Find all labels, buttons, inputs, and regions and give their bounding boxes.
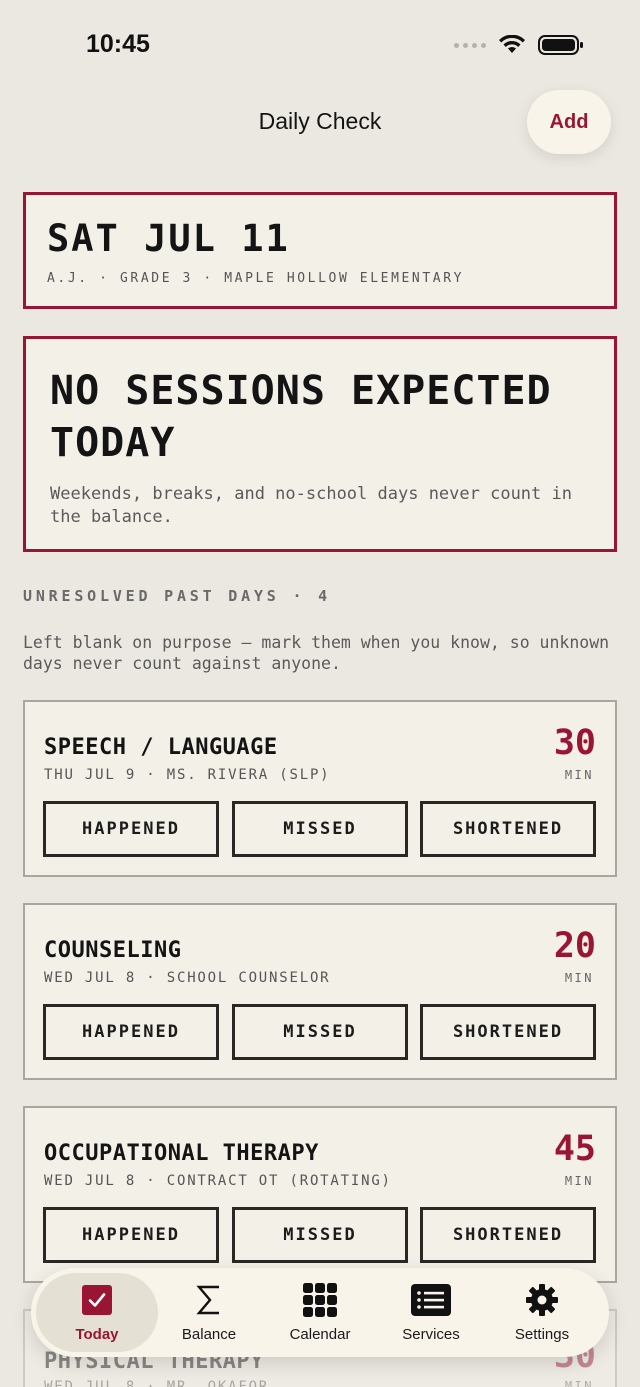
gear-icon bbox=[525, 1282, 559, 1318]
grid-icon bbox=[303, 1282, 337, 1318]
checkbox-icon bbox=[81, 1282, 113, 1318]
tab-today[interactable]: Today bbox=[36, 1273, 158, 1352]
happened-button[interactable]: HAPPENED bbox=[43, 801, 219, 857]
no-sessions-title: NO SESSIONS EXPECTED TODAY bbox=[50, 368, 552, 466]
unresolved-section-header: UNRESOLVED PAST DAYS · 4 bbox=[23, 587, 331, 605]
no-sessions-description: Weekends, breaks, and no-school days nev… bbox=[50, 484, 572, 527]
date-card: SAT JUL 11 A.J. · GRADE 3 · MAPLE HOLLOW… bbox=[23, 192, 617, 309]
sigma-icon bbox=[196, 1282, 222, 1318]
missed-button[interactable]: MISSED bbox=[232, 801, 408, 857]
session-card: OCCUPATIONAL THERAPY WED JUL 8 · CONTRAC… bbox=[23, 1106, 617, 1283]
status-icons bbox=[454, 34, 584, 56]
session-minutes-unit: MIN bbox=[564, 768, 594, 782]
navigation-bar: Daily Check Add bbox=[0, 90, 640, 154]
happened-button[interactable]: HAPPENED bbox=[43, 1004, 219, 1060]
shortened-button[interactable]: SHORTENED bbox=[420, 1004, 596, 1060]
happened-button[interactable]: HAPPENED bbox=[43, 1207, 219, 1263]
session-minutes: 45 bbox=[553, 1129, 596, 1169]
status-time: 10:45 bbox=[86, 30, 150, 58]
session-minutes-unit: MIN bbox=[564, 971, 594, 985]
add-button[interactable]: Add bbox=[527, 90, 611, 154]
session-name: OCCUPATIONAL THERAPY bbox=[44, 1141, 319, 1166]
session-meta: WED JUL 8 · SCHOOL COUNSELOR bbox=[44, 970, 331, 986]
session-name: COUNSELING bbox=[44, 938, 182, 963]
cellular-signal-icon bbox=[454, 42, 486, 48]
tab-label: Today bbox=[75, 1326, 119, 1343]
missed-button[interactable]: MISSED bbox=[232, 1207, 408, 1263]
date-title: SAT JUL 11 bbox=[47, 217, 290, 260]
student-info: A.J. · GRADE 3 · MAPLE HOLLOW ELEMENTARY bbox=[47, 271, 465, 286]
tab-settings[interactable]: Settings bbox=[484, 1268, 600, 1357]
status-bar: 10:45 bbox=[0, 0, 640, 90]
session-card: SPEECH / LANGUAGE THU JUL 9 · MS. RIVERA… bbox=[23, 700, 617, 877]
missed-button[interactable]: MISSED bbox=[232, 1004, 408, 1060]
session-meta: THU JUL 9 · MS. RIVERA (SLP) bbox=[44, 767, 331, 783]
session-card: COUNSELING WED JUL 8 · SCHOOL COUNSELOR … bbox=[23, 903, 617, 1080]
battery-icon bbox=[538, 35, 583, 55]
tab-label: Calendar bbox=[289, 1326, 351, 1343]
shortened-button[interactable]: SHORTENED bbox=[420, 801, 596, 857]
wifi-icon bbox=[499, 35, 525, 53]
session-minutes: 30 bbox=[553, 723, 596, 763]
unresolved-section-note: Left blank on purpose — mark them when y… bbox=[23, 633, 610, 673]
session-meta: WED JUL 8 · CONTRACT OT (ROTATING) bbox=[44, 1173, 392, 1189]
shortened-button[interactable]: SHORTENED bbox=[420, 1207, 596, 1263]
no-sessions-card: NO SESSIONS EXPECTED TODAY Weekends, bre… bbox=[23, 336, 617, 552]
tab-label: Services bbox=[402, 1326, 460, 1343]
session-minutes-unit: MIN bbox=[564, 1174, 594, 1188]
tab-services[interactable]: Services bbox=[373, 1268, 489, 1357]
tab-balance[interactable]: Balance bbox=[151, 1268, 267, 1357]
tab-label: Settings bbox=[514, 1326, 570, 1343]
tab-calendar[interactable]: Calendar bbox=[262, 1268, 378, 1357]
session-minutes: 20 bbox=[553, 926, 596, 966]
list-icon bbox=[411, 1282, 451, 1318]
session-name: SPEECH / LANGUAGE bbox=[44, 735, 278, 760]
session-minutes-unit: MIN bbox=[564, 1379, 594, 1387]
session-meta: WED JUL 8 · MR. OKAFOR bbox=[44, 1379, 270, 1387]
tab-label: Balance bbox=[181, 1326, 237, 1343]
tab-bar: Today Balance Calendar Services Settings bbox=[31, 1268, 609, 1357]
